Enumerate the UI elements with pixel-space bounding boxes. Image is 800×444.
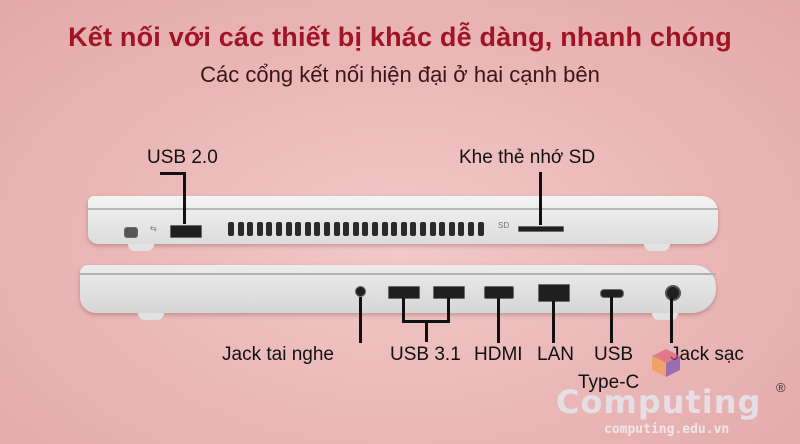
leader-line bbox=[447, 298, 450, 322]
vent-slot bbox=[256, 222, 263, 236]
vent-slot bbox=[391, 222, 398, 236]
usb-glyph-icon: ⇆ bbox=[150, 224, 157, 233]
sd-glyph-icon: SD bbox=[498, 221, 510, 230]
label-audio-jack: Jack tai nghe bbox=[222, 344, 334, 365]
label-hdmi: HDMI bbox=[474, 344, 523, 365]
sd-card-slot bbox=[518, 226, 564, 232]
vent-slot bbox=[362, 222, 369, 236]
leader-line bbox=[497, 298, 500, 343]
page-title: Kết nối với các thiết bị khác dễ dàng, n… bbox=[68, 22, 732, 52]
label-usb-31: USB 3.1 bbox=[390, 344, 461, 365]
lan-port bbox=[538, 284, 570, 302]
leader-line bbox=[610, 297, 613, 343]
vent-slot bbox=[420, 222, 426, 236]
leader-line bbox=[359, 297, 362, 343]
vent-slot bbox=[343, 222, 350, 236]
vent-slot bbox=[285, 222, 292, 236]
vent-slot bbox=[304, 222, 311, 236]
page-subtitle: Các cổng kết nối hiện đại ở hai cạnh bên bbox=[200, 62, 600, 87]
vent-slot bbox=[410, 222, 417, 236]
vent-slot bbox=[477, 222, 484, 236]
registered-mark: ® bbox=[776, 380, 786, 395]
vent-slot bbox=[237, 222, 244, 236]
vent-slot bbox=[266, 222, 273, 236]
leader-line bbox=[539, 172, 542, 225]
power-jack-port bbox=[665, 285, 681, 301]
leader-line bbox=[552, 301, 555, 343]
rubber-foot bbox=[128, 244, 154, 251]
vent-slot bbox=[439, 222, 446, 236]
vent-slot bbox=[324, 222, 330, 236]
vent-slot bbox=[400, 222, 407, 236]
watermark-logo: Computing bbox=[556, 383, 762, 421]
vent-slot bbox=[352, 222, 359, 236]
rubber-foot bbox=[652, 313, 678, 320]
lock-slot bbox=[124, 227, 138, 238]
lid-seam bbox=[80, 273, 716, 275]
logo-cube-icon bbox=[652, 349, 680, 377]
vent-slot bbox=[228, 222, 234, 236]
rubber-foot bbox=[644, 244, 670, 251]
leader-line bbox=[670, 298, 673, 343]
label-usb-c: USB bbox=[594, 344, 634, 365]
vent-slot bbox=[295, 222, 302, 236]
label-sd-slot: Khe thẻ nhớ SD bbox=[459, 147, 596, 168]
vent-slot bbox=[381, 222, 388, 236]
rubber-foot bbox=[138, 313, 164, 320]
vent-slot bbox=[429, 222, 436, 236]
leader-line bbox=[425, 320, 428, 342]
vent-slot bbox=[333, 222, 340, 236]
vent-slot bbox=[247, 222, 254, 236]
usb-20-port bbox=[170, 225, 202, 238]
vent-slot bbox=[314, 222, 321, 236]
audio-jack-port bbox=[355, 286, 366, 297]
vent-slot bbox=[372, 222, 378, 236]
vent-slot bbox=[468, 222, 474, 236]
leader-line bbox=[402, 298, 405, 322]
vent-slot bbox=[448, 222, 455, 236]
label-usb-20: USB 2.0 bbox=[147, 147, 218, 168]
vent-slot bbox=[276, 222, 282, 236]
label-lan: LAN bbox=[537, 344, 574, 365]
vent-slot bbox=[458, 222, 465, 236]
watermark-url: computing.edu.vn bbox=[604, 422, 730, 437]
leader-line bbox=[160, 172, 186, 175]
leader-line bbox=[183, 172, 186, 224]
